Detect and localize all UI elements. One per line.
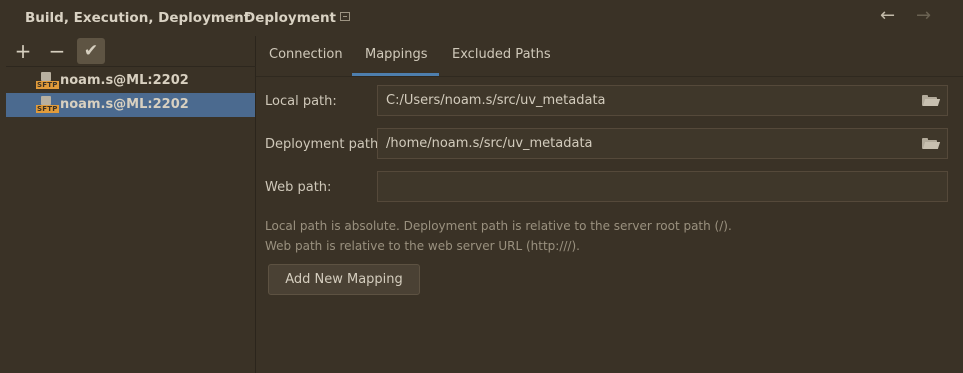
breadcrumb-separator-icon: › <box>230 9 236 25</box>
checkmark-icon: ✔ <box>83 41 99 61</box>
sftp-tag: SFTP <box>36 81 59 89</box>
breadcrumb-current: Deployment <box>244 10 337 26</box>
sftp-server-icon: SFTP <box>36 96 59 114</box>
project-scope-icon <box>340 12 350 21</box>
local-path-label: Local path: <box>265 94 337 109</box>
breadcrumb-parent[interactable]: Build, Execution, Deployment <box>25 10 250 26</box>
add-server-button[interactable]: + <box>10 38 36 64</box>
local-path-field[interactable]: C:/Users/noam.s/src/uv_metadata <box>377 85 948 116</box>
remove-server-button[interactable]: − <box>44 38 70 64</box>
add-new-mapping-button[interactable]: Add New Mapping <box>268 264 420 295</box>
deployment-path-label: Deployment path: <box>265 137 383 152</box>
web-path-field[interactable] <box>377 171 948 202</box>
tab-mappings[interactable]: Mappings <box>365 47 428 62</box>
deployment-path-field[interactable]: /home/noam.s/src/uv_metadata <box>377 128 948 159</box>
server-list-item-selected[interactable]: SFTP noam.s@ML:2202 <box>6 93 255 117</box>
server-list-panel: + − ✔ SFTP noam.s@ML:2202 SFTP noam.s@ML… <box>0 36 256 373</box>
deployment-path-value: /home/noam.s/src/uv_metadata <box>386 136 593 151</box>
sftp-server-icon: SFTP <box>36 72 59 90</box>
browse-folder-icon[interactable] <box>922 95 941 106</box>
sftp-tag: SFTP <box>36 105 59 113</box>
tab-excluded-paths[interactable]: Excluded Paths <box>452 47 551 62</box>
server-label: noam.s@ML:2202 <box>60 97 189 112</box>
plus-icon: + <box>14 39 32 63</box>
forward-arrow-icon[interactable]: → <box>916 6 931 26</box>
tab-bar: Connection Mappings Excluded Paths <box>256 36 963 76</box>
list-divider <box>6 66 256 67</box>
web-path-label: Web path: <box>265 180 332 195</box>
browse-folder-icon[interactable] <box>922 138 941 149</box>
minus-icon: − <box>48 39 66 63</box>
back-arrow-icon[interactable]: ← <box>880 6 895 26</box>
tab-divider <box>256 76 963 77</box>
tab-connection[interactable]: Connection <box>269 47 343 62</box>
local-path-value: C:/Users/noam.s/src/uv_metadata <box>386 93 606 108</box>
server-list-item[interactable]: SFTP noam.s@ML:2202 <box>6 69 255 93</box>
header-bar: Build, Execution, Deployment › Deploymen… <box>0 0 963 36</box>
set-default-button[interactable]: ✔ <box>77 38 105 64</box>
path-hint-line-2: Web path is relative to the web server U… <box>265 239 580 253</box>
server-label: noam.s@ML:2202 <box>60 73 189 88</box>
path-hint-line-1: Local path is absolute. Deployment path … <box>265 219 732 233</box>
